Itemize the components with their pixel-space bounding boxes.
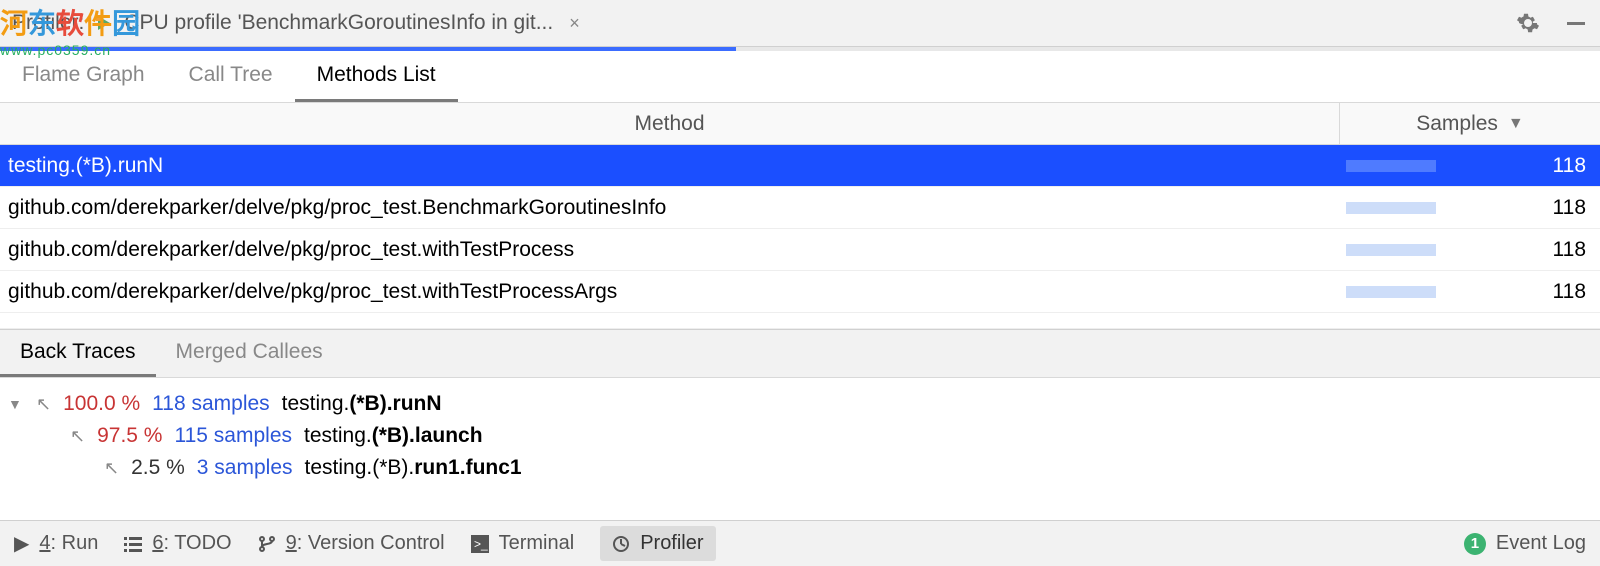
tab-call-tree[interactable]: Call Tree xyxy=(167,51,295,102)
title-text: CPU profile 'BenchmarkGoroutinesInfo in … xyxy=(124,11,553,35)
run-config-icon xyxy=(94,13,114,33)
tool-event-log[interactable]: 1 Event Log xyxy=(1464,532,1586,555)
gear-icon[interactable] xyxy=(1516,11,1540,35)
trace-percent: 100.0 % xyxy=(63,392,140,416)
trace-method: testing.(*B).run1.func1 xyxy=(305,456,522,480)
method-cell: github.com/derekparker/delve/pkg/proc_te… xyxy=(0,238,1340,262)
table-row[interactable]: testing.(*B).runN 118 xyxy=(0,145,1600,187)
trace-method: testing.(*B).launch xyxy=(304,424,483,448)
method-cell: testing.(*B).runN xyxy=(0,154,1340,178)
method-cell: github.com/derekparker/delve/pkg/proc_te… xyxy=(0,196,1340,220)
trace-percent: 97.5 % xyxy=(97,424,162,448)
close-tab-icon[interactable]: × xyxy=(569,13,580,34)
tool-run[interactable]: ▶ 4: Run xyxy=(14,531,98,556)
column-method[interactable]: Method xyxy=(0,103,1340,144)
profiler-icon xyxy=(612,535,630,553)
samples-cell: 118 xyxy=(1340,238,1600,262)
branch-icon xyxy=(258,535,276,553)
trace-samples: 3 samples xyxy=(197,456,293,480)
samples-cell: 118 xyxy=(1340,280,1600,304)
table-row[interactable]: github.com/derekparker/delve/pkg/proc_te… xyxy=(0,187,1600,229)
tab-back-traces[interactable]: Back Traces xyxy=(0,330,156,377)
column-samples[interactable]: Samples ▼ xyxy=(1340,112,1600,136)
play-icon: ▶ xyxy=(14,531,29,556)
trace-line[interactable]: ↖ 2.5 % 3 samples testing.(*B).run1.func… xyxy=(8,452,1592,484)
samples-cell: 118 xyxy=(1340,154,1600,178)
table-row-partial xyxy=(0,313,1600,329)
tool-profiler[interactable]: Profiler xyxy=(600,526,715,561)
samples-cell: 118 xyxy=(1340,196,1600,220)
back-traces-tree: ▼ ↖ 100.0 % 118 samples testing.(*B).runN… xyxy=(0,378,1600,494)
profiler-tabs: Flame Graph Call Tree Methods List xyxy=(0,51,1600,103)
trace-percent: 2.5 % xyxy=(131,456,185,480)
table-row[interactable]: github.com/derekparker/delve/pkg/proc_te… xyxy=(0,229,1600,271)
methods-table-body: testing.(*B).runN 118github.com/derekpar… xyxy=(0,145,1600,313)
svg-text:>_: >_ xyxy=(474,537,488,551)
tool-version-control[interactable]: 9: Version Control xyxy=(258,532,445,555)
tab-flame-graph[interactable]: Flame Graph xyxy=(0,51,167,102)
terminal-icon: >_ xyxy=(471,535,489,553)
detail-tabs: Back Traces Merged Callees xyxy=(0,329,1600,378)
table-header: Method Samples ▼ xyxy=(0,103,1600,145)
title-prefix: Profiler: xyxy=(12,11,84,35)
trace-line[interactable]: ↖ 97.5 % 115 samples testing.(*B).launch xyxy=(8,420,1592,452)
notification-badge: 1 xyxy=(1464,533,1486,555)
trace-line[interactable]: ▼ ↖ 100.0 % 118 samples testing.(*B).runN xyxy=(8,388,1592,420)
tab-methods-list[interactable]: Methods List xyxy=(295,51,458,102)
arrow-up-left-icon: ↖ xyxy=(104,458,119,479)
tool-window-bar: ▶ 4: Run 6: TODO 9: Version Control >_ T… xyxy=(0,520,1600,566)
trace-samples: 115 samples xyxy=(174,424,292,448)
disclosure-icon[interactable]: ▼ xyxy=(8,396,24,412)
tool-todo[interactable]: 6: TODO xyxy=(124,532,231,555)
trace-samples: 118 samples xyxy=(152,392,270,416)
title-bar: Profiler: CPU profile 'BenchmarkGoroutin… xyxy=(0,0,1600,47)
list-icon xyxy=(124,535,142,553)
window-title: Profiler: CPU profile 'BenchmarkGoroutin… xyxy=(12,11,1516,35)
arrow-up-left-icon: ↖ xyxy=(36,394,51,415)
arrow-up-left-icon: ↖ xyxy=(70,426,85,447)
table-row[interactable]: github.com/derekparker/delve/pkg/proc_te… xyxy=(0,271,1600,313)
minimize-icon[interactable] xyxy=(1564,11,1588,35)
tab-merged-callees[interactable]: Merged Callees xyxy=(156,330,343,377)
tool-terminal[interactable]: >_ Terminal xyxy=(471,532,575,555)
trace-method: testing.(*B).runN xyxy=(282,392,442,416)
method-cell: github.com/derekparker/delve/pkg/proc_te… xyxy=(0,280,1340,304)
sort-desc-icon: ▼ xyxy=(1508,115,1524,133)
